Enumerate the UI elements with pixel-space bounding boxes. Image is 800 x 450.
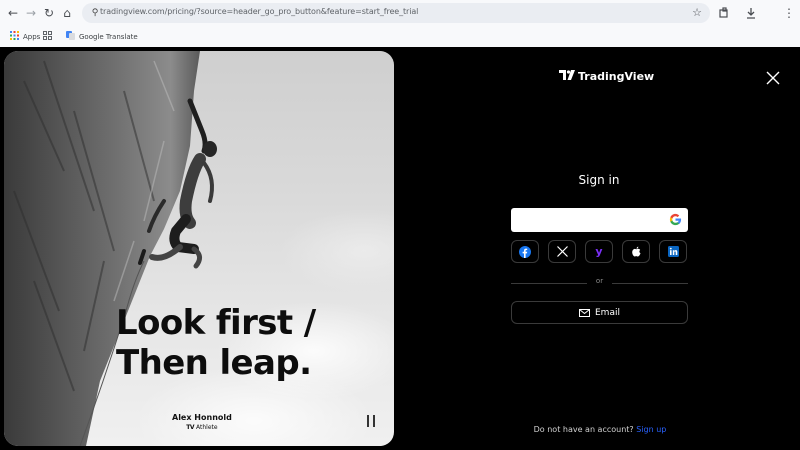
or-divider: or — [511, 277, 688, 289]
google-translate-icon — [66, 31, 75, 43]
athlete-role: Athlete — [196, 424, 218, 431]
reload-icon[interactable]: ↻ — [40, 4, 58, 22]
tradingview-small-logo-icon: TV — [186, 424, 195, 431]
bookmark-star-icon[interactable]: ☆ — [692, 6, 702, 19]
pause-icon[interactable] — [366, 415, 376, 427]
signup-prompt: Do not have an account? — [533, 425, 634, 434]
facebook-icon — [519, 245, 531, 258]
envelope-icon — [579, 308, 590, 317]
yahoo-sign-in-button[interactable]: y — [585, 240, 613, 263]
google-apps-icon — [43, 31, 52, 43]
sign-in-title: Sign in — [578, 173, 620, 187]
close-icon[interactable] — [764, 69, 782, 87]
x-icon — [556, 246, 568, 257]
hero-image-card: Look first / Then leap. Alex Honnold TV … — [4, 51, 394, 446]
divider-line-left — [511, 283, 587, 284]
apple-sign-in-button[interactable] — [622, 240, 650, 263]
linkedin-icon — [667, 246, 679, 257]
athlete-credit: Alex Honnold TV Athlete — [172, 413, 232, 431]
forward-icon[interactable]: → — [22, 4, 40, 22]
x-sign-in-button[interactable] — [548, 240, 576, 263]
yahoo-icon: y — [595, 245, 603, 258]
tradingview-logo[interactable]: TradingView — [559, 70, 654, 83]
back-icon[interactable]: ← — [4, 4, 22, 22]
bookmark-google-translate[interactable]: Google Translate — [66, 30, 138, 44]
bookmarks-bar: Apps Google Translate — [0, 26, 800, 47]
home-icon[interactable]: ⌂ — [58, 4, 76, 22]
bookmark-apps[interactable]: Apps — [10, 30, 40, 44]
hero-headline: Look first / Then leap. — [116, 303, 316, 383]
google-icon — [669, 213, 682, 226]
or-text: or — [595, 277, 604, 285]
menu-kebab-icon[interactable]: ⋮ — [780, 4, 798, 22]
google-sign-in-button[interactable] — [511, 208, 688, 232]
athlete-role-row: TV Athlete — [172, 424, 232, 431]
apps-grid-icon — [10, 31, 19, 43]
browser-chrome: ← → ↻ ⌂ ⚲ tradingview.com/pricing/?sourc… — [0, 0, 800, 47]
apple-icon — [631, 246, 640, 256]
bookmark-apps-label: Apps — [23, 33, 41, 41]
divider-line-right — [612, 283, 688, 284]
climber-cliff-photo — [4, 51, 217, 446]
email-sign-in-button[interactable]: Email — [511, 301, 688, 324]
signup-link[interactable]: Sign up — [636, 425, 666, 434]
url-text: tradingview.com/pricing/?source=header_g… — [100, 7, 419, 16]
linkedin-sign-in-button[interactable] — [659, 240, 687, 263]
headline-line-1: Look first / — [116, 303, 316, 343]
signup-row: Do not have an account? Sign up — [520, 425, 680, 434]
bookmark-google-apps[interactable] — [43, 30, 56, 44]
athlete-name: Alex Honnold — [172, 413, 232, 422]
facebook-sign-in-button[interactable] — [511, 240, 539, 263]
address-bar[interactable]: ⚲ tradingview.com/pricing/?source=header… — [82, 3, 710, 23]
headline-line-2: Then leap. — [116, 343, 312, 383]
email-button-label: Email — [595, 307, 620, 318]
browser-toolbar: ← → ↻ ⌂ ⚲ tradingview.com/pricing/?sourc… — [0, 0, 800, 26]
extensions-icon[interactable] — [715, 4, 733, 22]
tradingview-logo-icon — [559, 70, 575, 83]
download-icon[interactable] — [742, 4, 760, 22]
bookmark-google-translate-label: Google Translate — [79, 33, 138, 41]
logo-text: TradingView — [578, 70, 655, 83]
